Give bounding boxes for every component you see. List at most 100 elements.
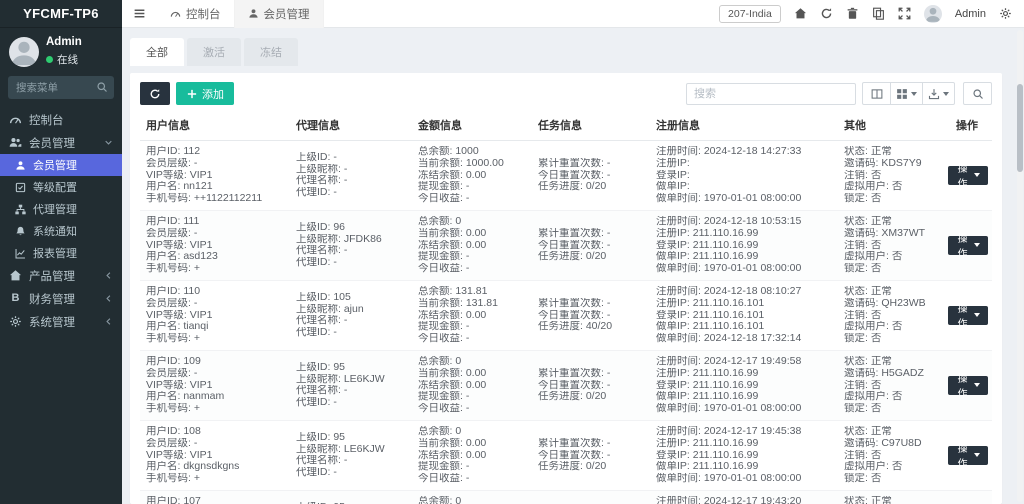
cell-line: VIP等级: VIP1 xyxy=(146,450,286,462)
cell-line: 用户名: nn121 xyxy=(146,181,286,193)
cell-line: 邀请码: KDS7Y9 xyxy=(844,158,938,170)
cell-line: 登录IP: 211.110.16.99 xyxy=(656,380,834,392)
tab-all[interactable]: 全部 xyxy=(130,38,184,66)
row-action-button[interactable]: 操作 xyxy=(948,236,988,255)
sidebar-item-label: 系统管理 xyxy=(29,314,97,330)
sidebar-subitem-members[interactable]: 会员管理 xyxy=(0,154,122,176)
scrollbar-thumb[interactable] xyxy=(1017,84,1023,172)
caret-down-icon xyxy=(974,453,980,457)
navbar-tab-members[interactable]: 会员管理 xyxy=(235,0,324,28)
cell-line: 邀请码: H5GADZ xyxy=(844,368,938,380)
table-panel: 添加 xyxy=(130,73,1002,504)
table-cell-user: 用户ID: 110会员层级: -VIP等级: VIP1用户名: tianqi手机… xyxy=(140,286,290,345)
export-dropdown-button[interactable] xyxy=(922,82,955,105)
chevron-left-icon xyxy=(104,317,113,326)
cell-line: 今日重置次数: - xyxy=(538,240,646,252)
cell-line: 今日重置次数: - xyxy=(538,310,646,322)
cell-line: 代理名称: - xyxy=(296,385,408,397)
env-button[interactable]: 207-India xyxy=(719,5,781,23)
chevron-left-icon xyxy=(104,294,113,303)
row-action-button[interactable]: 操作 xyxy=(948,166,988,185)
chart-line-icon xyxy=(15,248,26,259)
sidebar-subitem-agents[interactable]: 代理管理 xyxy=(0,198,122,220)
scrollbar[interactable] xyxy=(1017,30,1023,502)
sidebar-subitem-notices[interactable]: 系统通知 xyxy=(0,220,122,242)
toggle-columns-button[interactable] xyxy=(862,82,891,105)
search-icon[interactable] xyxy=(96,81,108,93)
sidebar-search xyxy=(8,76,114,99)
cell-line: 今日收益: - xyxy=(418,473,528,485)
column-header: 用户信息 xyxy=(140,117,290,133)
cell-line: 状态: 正常 xyxy=(844,146,938,158)
menu-toggle-icon[interactable] xyxy=(122,7,157,20)
cell-line: 用户ID: 111 xyxy=(146,216,286,228)
sidebar-item-members-parent[interactable]: 会员管理 xyxy=(0,131,122,154)
main-area: 控制台 会员管理 207-India xyxy=(122,0,1024,504)
cell-line: 总余额: 0 xyxy=(418,496,528,504)
caret-down-icon xyxy=(974,243,980,247)
table-row: 用户ID: 109会员层级: -VIP等级: VIP1用户名: nanmam手机… xyxy=(140,351,992,421)
grid-dropdown-button[interactable] xyxy=(890,82,923,105)
home-icon[interactable] xyxy=(794,7,807,20)
cell-line: 冻结余额: 0.00 xyxy=(418,310,528,322)
table-cell-user: 用户ID: 107会员层级: -VIP等级: VIP1用户名: ghtjsght… xyxy=(140,496,290,504)
cell-line: 用户名: nanmam xyxy=(146,391,286,403)
cell-line: 登录IP: xyxy=(656,170,834,182)
sidebar-item-dashboard[interactable]: 控制台 xyxy=(0,108,122,131)
table-cell-agent: 上级ID: 95上级昵称: LE6KJW代理名称: -代理ID: - xyxy=(290,496,412,504)
cell-line: 做单IP: 211.110.16.99 xyxy=(656,391,834,403)
cell-line: 注销: 否 xyxy=(844,310,938,322)
sidebar-item-label: 系统通知 xyxy=(33,223,113,239)
cell-line: 总余额: 0 xyxy=(418,426,528,438)
row-action-button[interactable]: 操作 xyxy=(948,446,988,465)
cell-line: 用户名: tianqi xyxy=(146,321,286,333)
fullscreen-icon[interactable] xyxy=(898,7,911,20)
cell-line: 任务进度: 0/20 xyxy=(538,181,646,193)
user-status: 在线 xyxy=(46,52,82,67)
sidebar-item-finance[interactable]: B 财务管理 xyxy=(0,287,122,310)
table-cell-user: 用户ID: 109会员层级: -VIP等级: VIP1用户名: nanmam手机… xyxy=(140,356,290,415)
cell-line: 累计重置次数: - xyxy=(538,158,646,170)
trash-icon[interactable] xyxy=(846,7,859,20)
row-action-button[interactable]: 操作 xyxy=(948,306,988,325)
sidebar-item-system[interactable]: 系统管理 xyxy=(0,310,122,333)
cell-line: 当前余额: 0.00 xyxy=(418,438,528,450)
table-cell-money: 总余额: 0当前余额: 0.00冻结余额: 0.00提现金额: -今日收益: - xyxy=(412,216,532,275)
navbar-tab-console[interactable]: 控制台 xyxy=(157,0,235,28)
column-header-actions: 操作 xyxy=(942,117,992,133)
cell-line: 当前余额: 1000.00 xyxy=(418,158,528,170)
table-cell-action: 操作 xyxy=(942,426,992,485)
sidebar-item-label: 报表管理 xyxy=(33,245,113,261)
table-search-input[interactable] xyxy=(686,83,856,105)
cell-line: 上级ID: 96 xyxy=(296,222,408,234)
cell-line: VIP等级: VIP1 xyxy=(146,240,286,252)
add-button[interactable]: 添加 xyxy=(176,82,234,105)
cell-line: 状态: 正常 xyxy=(844,356,938,368)
search-button[interactable] xyxy=(963,82,992,105)
sidebar-item-label: 代理管理 xyxy=(33,201,113,217)
cell-line: VIP等级: VIP1 xyxy=(146,170,286,182)
table-body: 用户ID: 112会员层级: -VIP等级: VIP1用户名: nn121手机号… xyxy=(140,141,992,504)
caret-down-icon xyxy=(974,383,980,387)
topbar-user-name[interactable]: Admin xyxy=(955,8,986,20)
sidebar-subitem-reports[interactable]: 报表管理 xyxy=(0,242,122,264)
copy-icon[interactable] xyxy=(872,7,885,20)
sidebar-subitem-grade-config[interactable]: 等级配置 xyxy=(0,176,122,198)
cell-line: 做单时间: 1970-01-01 08:00:00 xyxy=(656,263,834,275)
refresh-button[interactable] xyxy=(140,82,170,105)
row-action-button[interactable]: 操作 xyxy=(948,376,988,395)
table-cell-action: 操作 xyxy=(942,286,992,345)
table-cell-agent: 上级ID: 105上级昵称: ajun代理名称: -代理ID: - xyxy=(290,286,412,345)
sidebar-item-products[interactable]: 产品管理 xyxy=(0,264,122,287)
table-toolbar: 添加 xyxy=(140,82,992,105)
refresh-icon xyxy=(149,88,161,100)
cell-line: 今日重置次数: - xyxy=(538,380,646,392)
tab-frozen[interactable]: 冻结 xyxy=(244,38,298,66)
tab-activated[interactable]: 激活 xyxy=(187,38,241,66)
avatar[interactable] xyxy=(924,5,942,23)
cell-line: 任务进度: 40/20 xyxy=(538,321,646,333)
refresh-icon[interactable] xyxy=(820,7,833,20)
user-status-label: 在线 xyxy=(57,52,78,67)
cell-line: 今日收益: - xyxy=(418,333,528,345)
cogs-icon[interactable] xyxy=(999,7,1012,20)
